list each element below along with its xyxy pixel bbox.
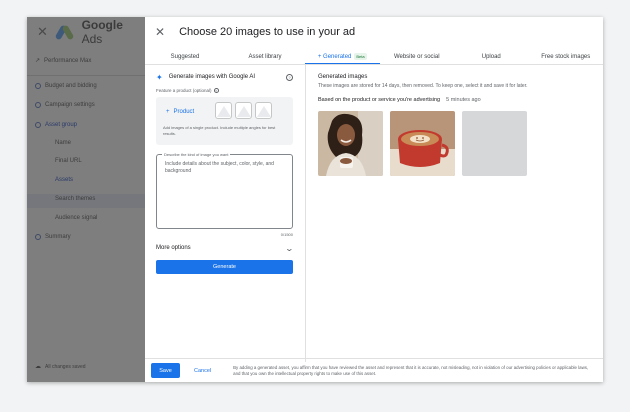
sidebar-subitem-search-themes[interactable]: Search themes [55,196,95,202]
divider [27,75,145,76]
cloud-check-icon: ☁ [35,364,41,370]
generate-button[interactable]: Generate [156,260,293,274]
sidebar-subitem-final-url[interactable]: Final URL [55,158,82,164]
generate-heading: ✦ Generate images with Google AI ? [156,72,293,82]
tab-website-or-social[interactable]: Website or social [380,50,455,64]
thumbnail-grid [318,111,598,176]
check-circle-icon [35,102,41,108]
sidebar-item-performance-max[interactable]: ↗ Performance Max [35,57,91,65]
help-icon[interactable]: ? [286,73,293,81]
sidebar-subitem-audience-signal[interactable]: Audience signal [55,215,97,221]
google-ads-logo-icon [54,24,75,41]
image-description-input[interactable]: Describe the kind of image you want Incl… [156,152,293,229]
product-angle-placeholder-icon [255,102,272,119]
generate-panel: ✦ Generate images with Google AI ? Featu… [156,72,295,274]
sidebar-subitem-name[interactable]: Name [55,140,71,146]
sidebar-subitem-assets[interactable]: Assets [55,177,73,183]
close-icon[interactable]: ✕ [37,24,48,40]
generated-images-panel: Generated images These images are stored… [318,74,598,176]
description-placeholder: Include details about the subject, color… [165,161,274,174]
group-label: Based on the product or service you're a… [318,97,441,103]
product-angle-placeholder-icon [215,102,232,119]
group-timestamp: 5 minutes ago [446,97,481,103]
tab-free-stock-images[interactable]: Free stock images [529,50,604,64]
left-tabs: Suggested Asset library [145,50,305,64]
background-header: ✕ Google Ads [27,17,145,47]
save-button[interactable]: Save [151,363,180,378]
description-label: Describe the kind of image you want [162,152,231,157]
tab-upload[interactable]: Upload [454,50,529,64]
generation-group-header: Based on the product or service you're a… [318,97,598,103]
image-picker-modal: ✕ Choose 20 images to use in your ad Sug… [145,17,603,382]
product-hint: Add images of a single product. Include … [163,125,276,136]
save-status: ☁ All changes saved [35,363,86,371]
modal-footer: Save Cancel By adding a generated asset,… [145,358,603,382]
product-angle-placeholder-icon [235,102,252,119]
generated-title: Generated images [318,74,368,80]
check-circle-icon [35,83,41,89]
app-name: Google Ads [81,18,123,46]
feature-product-label: Feature a product (optional)? [156,88,219,93]
tab-asset-library[interactable]: Asset library [225,50,305,64]
background-sidebar: ↗ Performance Max Budget and bidding Camp… [27,47,145,382]
woman-drinking-coffee-image[interactable] [318,111,383,176]
character-counter: 0/1500 [280,232,293,237]
generated-subtitle: These images are stored for 14 days, the… [318,83,528,89]
latte-art-mug-image[interactable] [390,111,455,176]
tab-suggested[interactable]: Suggested [145,50,225,64]
sidebar-item-campaign-settings[interactable]: Campaign settings [35,102,95,108]
screen: ✕ Google Ads ↗ Performance Max Budget and… [0,0,630,412]
modal-header: ✕ Choose 20 images to use in your ad [145,17,603,47]
legal-disclaimer: By adding a generated asset, you affirm … [233,364,589,376]
sidebar-item-summary[interactable]: Summary [35,234,71,240]
beta-badge: Beta [354,53,367,60]
check-circle-icon [35,122,41,128]
chevron-down-icon: ⌄ [284,243,295,253]
chart-icon: ↗ [35,58,41,64]
help-icon[interactable]: ? [213,88,219,93]
sidebar-item-budget[interactable]: Budget and bidding [35,83,97,89]
add-product-button[interactable]: + Product [166,109,194,115]
circle-icon [35,234,41,240]
panel-divider [305,64,306,362]
cancel-button[interactable]: Cancel [194,368,211,374]
placeholder-image[interactable] [462,111,527,176]
more-options-toggle[interactable]: More options ⌄ [156,243,295,253]
tab-generated[interactable]: + Generated Beta [305,50,380,64]
close-icon[interactable]: ✕ [155,25,165,39]
modal-title: Choose 20 images to use in your ad [179,26,356,38]
right-tabs: + Generated Beta Website or social Upload… [305,50,603,64]
sparkle-icon: ✦ [156,72,163,82]
product-box: + Product Add images of a single product.… [156,97,293,145]
tab-divider [145,64,603,65]
plus-icon: + [166,109,170,115]
sidebar-item-asset-group[interactable]: Asset group [35,122,77,128]
